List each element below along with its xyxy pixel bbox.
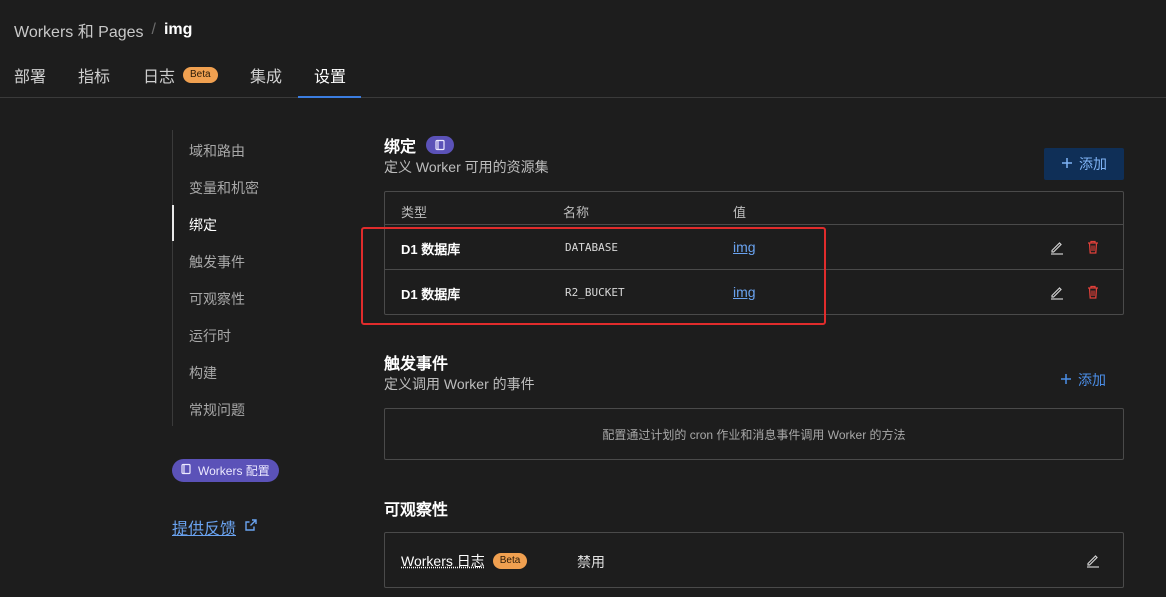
bindings-section-title: 绑定	[384, 133, 455, 157]
tab-bar: 部署 指标 日志 Beta 集成 设置	[0, 52, 1166, 98]
triggers-empty-text: 配置通过计划的 cron 作业和消息事件调用 Worker 的方法	[602, 427, 906, 442]
triggers-section-title: 触发事件	[384, 350, 448, 374]
tab-label: 设置	[314, 69, 347, 86]
triggers-title: 触发事件	[384, 356, 449, 373]
beta-badge: Beta	[183, 67, 218, 83]
tab-label: 指标	[78, 69, 111, 86]
tab-metrics[interactable]: 指标	[78, 52, 110, 98]
config-pill-label: Workers 配置	[198, 464, 270, 478]
observability-card: Workers 日志 Beta 禁用	[384, 532, 1124, 588]
bindings-table: 类型 名称 值 D1 数据库 DATABASE img D1 数据库 R2_BU…	[384, 191, 1124, 315]
triggers-description: 定义调用 Worker 的事件	[384, 376, 535, 392]
column-header-type: 类型	[401, 205, 428, 220]
doc-icon[interactable]	[426, 136, 455, 154]
binding-name: R2_BUCKET	[565, 286, 625, 299]
sidebar-item-variables-secrets[interactable]: 变量和机密	[189, 178, 259, 198]
table-row: D1 数据库 DATABASE img	[385, 224, 1123, 269]
plus-icon	[1060, 372, 1072, 388]
breadcrumb-parent[interactable]: Workers 和 Pages	[14, 18, 144, 42]
tab-settings[interactable]: 设置	[314, 52, 346, 98]
workers-config-pill[interactable]: Workers 配置	[172, 459, 279, 482]
doc-icon	[180, 463, 192, 478]
sidebar-item-domains-routes[interactable]: 域和路由	[189, 141, 245, 161]
add-binding-button[interactable]: 添加	[1044, 148, 1124, 180]
tab-deployments[interactable]: 部署	[14, 52, 46, 98]
feedback-label: 提供反馈	[172, 521, 237, 538]
tab-label: 日志	[143, 69, 176, 86]
table-row: D1 数据库 R2_BUCKET img	[385, 269, 1123, 314]
edit-icon[interactable]	[1047, 237, 1067, 257]
plus-icon	[1061, 156, 1073, 172]
edit-icon[interactable]	[1047, 282, 1067, 302]
sidebar-item-observability[interactable]: 可观察性	[189, 289, 245, 309]
observability-title: 可观察性	[384, 502, 449, 519]
binding-value-link[interactable]: img	[733, 239, 756, 255]
edit-icon[interactable]	[1083, 550, 1103, 570]
workers-logs-label: Workers 日志 Beta	[401, 551, 528, 571]
tab-integrations[interactable]: 集成	[250, 52, 282, 98]
settings-side-nav: 域和路由 变量和机密 绑定 触发事件 可观察性 运行时 构建 常规问题	[172, 130, 292, 426]
add-binding-label: 添加	[1079, 156, 1107, 172]
observability-section-title: 可观察性	[384, 496, 448, 520]
triggers-empty-state: 配置通过计划的 cron 作业和消息事件调用 Worker 的方法	[384, 408, 1124, 460]
active-tab-indicator	[298, 96, 361, 98]
delete-icon[interactable]	[1083, 282, 1103, 302]
tab-label: 部署	[14, 69, 47, 86]
bindings-title: 绑定	[384, 139, 417, 156]
beta-badge: Beta	[492, 553, 528, 569]
workers-logs-text: Workers 日志	[401, 553, 485, 569]
binding-type: D1 数据库	[401, 242, 461, 257]
breadcrumb: Workers 和 Pages / img	[14, 18, 192, 42]
settings-page: Workers 和 Pages / img 部署 指标 日志 Beta 集成 设…	[0, 0, 1166, 597]
add-trigger-label: 添加	[1078, 372, 1106, 388]
active-nav-indicator	[172, 205, 174, 241]
sidebar-item-build[interactable]: 构建	[189, 363, 217, 383]
delete-icon[interactable]	[1083, 237, 1103, 257]
sidebar-item-bindings[interactable]: 绑定	[189, 215, 217, 235]
feedback-link[interactable]: 提供反馈	[172, 515, 258, 539]
sidebar-item-triggers[interactable]: 触发事件	[189, 252, 245, 272]
column-header-name: 名称	[563, 205, 590, 220]
workers-logs-status: 禁用	[577, 554, 605, 570]
column-header-value: 值	[733, 205, 747, 220]
add-trigger-button[interactable]: 添加	[1060, 370, 1106, 390]
sidebar-item-general[interactable]: 常规问题	[189, 400, 245, 420]
binding-type: D1 数据库	[401, 287, 461, 302]
binding-value-link[interactable]: img	[733, 284, 756, 300]
tab-logs[interactable]: 日志 Beta	[143, 52, 218, 98]
bindings-description: 定义 Worker 可用的资源集	[384, 159, 549, 175]
binding-name: DATABASE	[565, 241, 618, 254]
breadcrumb-separator: /	[151, 21, 156, 38]
tab-label: 集成	[250, 69, 283, 86]
breadcrumb-current: img	[163, 21, 193, 38]
external-link-icon	[244, 518, 258, 537]
sidebar-item-runtime[interactable]: 运行时	[189, 326, 231, 346]
